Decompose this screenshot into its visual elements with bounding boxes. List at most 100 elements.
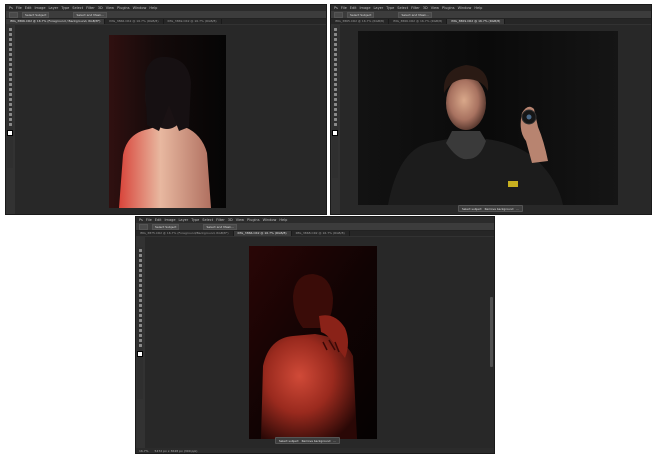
- blur-tool-icon[interactable]: [333, 88, 337, 91]
- tab-document-3[interactable]: IMG_3869.CR2 @ 16.7% (RGB/8): [447, 19, 506, 24]
- shape-tool-icon[interactable]: [8, 113, 12, 116]
- select-subject-button[interactable]: Select Subject: [347, 11, 375, 18]
- marquee-tool-icon[interactable]: [8, 33, 12, 36]
- tools-panel: [7, 26, 13, 168]
- tab-document-3[interactable]: IMG_3869.CR2 @ 16.7% (RGB/8): [164, 19, 222, 24]
- tab-document-2[interactable]: IMG_3866.CR2 @ 16.7% (RGB/8): [105, 19, 164, 24]
- path-select-icon[interactable]: [333, 108, 337, 111]
- dodge-tool-icon[interactable]: [8, 93, 12, 96]
- brush-tool-icon[interactable]: [8, 63, 12, 66]
- blur-tool-icon[interactable]: [8, 88, 12, 91]
- brush-tool-icon[interactable]: [333, 63, 337, 66]
- document-tabs: IMG_3866.CR2 @ 16.7% (Foreground / Backg…: [6, 19, 326, 24]
- healing-tool-icon[interactable]: [333, 58, 337, 61]
- options-bar: Select Subject Select and Mask...: [136, 223, 494, 231]
- lasso-tool-icon[interactable]: [8, 38, 12, 41]
- zoom-level[interactable]: 16.7%: [139, 449, 149, 453]
- history-brush-icon[interactable]: [8, 73, 12, 76]
- type-tool-icon[interactable]: [8, 103, 12, 106]
- select-and-mask-button[interactable]: Select and Mask...: [398, 11, 432, 18]
- eyedropper-tool-icon[interactable]: [333, 53, 337, 56]
- tools-panel: [332, 26, 338, 178]
- pen-tool-icon[interactable]: [8, 98, 12, 101]
- gradient-tool-icon[interactable]: [8, 83, 12, 86]
- hand-tool-icon[interactable]: [138, 339, 142, 342]
- woman-back-image: [109, 35, 226, 208]
- hand-tool-icon[interactable]: [8, 118, 12, 121]
- lasso-tool-icon[interactable]: [138, 259, 142, 262]
- photo-woman-back: [109, 35, 226, 208]
- tab-document-1[interactable]: IMG_3865.CR2 @ 16.7% (RGB/8): [331, 19, 390, 24]
- remove-background-button[interactable]: Remove background: [302, 439, 331, 443]
- pen-tool-icon[interactable]: [333, 98, 337, 101]
- gradient-tool-icon[interactable]: [333, 83, 337, 86]
- more-options-icon[interactable]: ⋯: [516, 207, 519, 211]
- document-info: 5472 px x 3648 px (300 ppi): [154, 448, 198, 453]
- type-tool-icon[interactable]: [138, 324, 142, 327]
- select-and-mask-button[interactable]: Select and Mask...: [73, 11, 107, 18]
- photoshop-window-2: Ps File Edit Image Layer Type Select Fil…: [330, 4, 652, 215]
- quick-select-tool-icon[interactable]: [8, 43, 12, 46]
- tab-document-1[interactable]: IMG_3875.CR2 @ 16.7% (Foreground/Backgro…: [136, 231, 234, 236]
- lasso-tool-icon[interactable]: [333, 38, 337, 41]
- shape-tool-icon[interactable]: [138, 334, 142, 337]
- path-select-icon[interactable]: [8, 108, 12, 111]
- dodge-tool-icon[interactable]: [138, 314, 142, 317]
- color-swatches[interactable]: [137, 351, 143, 357]
- eyedropper-tool-icon[interactable]: [8, 53, 12, 56]
- crop-tool-icon[interactable]: [333, 48, 337, 51]
- contextual-task-bar: Select subject Remove background ⋯: [275, 437, 341, 444]
- tab-document-1[interactable]: IMG_3866.CR2 @ 16.7% (Foreground / Backg…: [6, 19, 106, 24]
- home-icon[interactable]: [9, 11, 18, 18]
- home-icon[interactable]: [139, 223, 148, 230]
- pen-tool-icon[interactable]: [138, 319, 142, 322]
- stamp-tool-icon[interactable]: [333, 68, 337, 71]
- dodge-tool-icon[interactable]: [333, 93, 337, 96]
- select-and-mask-button[interactable]: Select and Mask...: [203, 223, 237, 230]
- quick-select-tool-icon[interactable]: [333, 43, 337, 46]
- hand-tool-icon[interactable]: [333, 118, 337, 121]
- tab-document-3[interactable]: IMG_3868.CR2 @ 16.7% (RGB/8): [292, 231, 350, 236]
- eraser-tool-icon[interactable]: [138, 299, 142, 302]
- zoom-tool-icon[interactable]: [138, 344, 142, 347]
- zoom-tool-icon[interactable]: [333, 123, 337, 126]
- canvas-area: Select subject Remove background ⋯: [145, 237, 494, 448]
- zoom-tool-icon[interactable]: [8, 123, 12, 126]
- color-swatches[interactable]: [7, 130, 13, 136]
- select-subject-button[interactable]: Select subject: [462, 207, 482, 211]
- path-select-icon[interactable]: [138, 329, 142, 332]
- marquee-tool-icon[interactable]: [138, 254, 142, 257]
- move-tool-icon[interactable]: [8, 28, 12, 31]
- eraser-tool-icon[interactable]: [8, 78, 12, 81]
- move-tool-icon[interactable]: [333, 28, 337, 31]
- eraser-tool-icon[interactable]: [333, 78, 337, 81]
- tab-document-2[interactable]: IMG_3866.CR2 @ 16.7% (RGB/8): [389, 19, 448, 24]
- stamp-tool-icon[interactable]: [138, 289, 142, 292]
- vertical-scrollbar[interactable]: [490, 297, 493, 367]
- marquee-tool-icon[interactable]: [333, 33, 337, 36]
- healing-tool-icon[interactable]: [8, 58, 12, 61]
- eyedropper-tool-icon[interactable]: [138, 274, 142, 277]
- shape-tool-icon[interactable]: [333, 113, 337, 116]
- stamp-tool-icon[interactable]: [8, 68, 12, 71]
- history-brush-icon[interactable]: [138, 294, 142, 297]
- select-subject-button[interactable]: Select subject: [279, 439, 299, 443]
- home-icon[interactable]: [334, 11, 343, 18]
- history-brush-icon[interactable]: [333, 73, 337, 76]
- quick-select-tool-icon[interactable]: [138, 264, 142, 267]
- crop-tool-icon[interactable]: [8, 48, 12, 51]
- select-subject-button[interactable]: Select Subject: [152, 223, 180, 230]
- crop-tool-icon[interactable]: [138, 269, 142, 272]
- color-swatches[interactable]: [332, 130, 338, 136]
- more-options-icon[interactable]: ⋯: [333, 439, 336, 443]
- tab-document-2[interactable]: IMG_3866.CR2 @ 16.7% (RGB/8): [233, 231, 292, 236]
- brush-tool-icon[interactable]: [138, 284, 142, 287]
- move-tool-icon[interactable]: [138, 249, 142, 252]
- blur-tool-icon[interactable]: [138, 309, 142, 312]
- gradient-tool-icon[interactable]: [138, 304, 142, 307]
- remove-background-button[interactable]: Remove background: [485, 207, 514, 211]
- type-tool-icon[interactable]: [333, 103, 337, 106]
- photo-woman-red: [249, 246, 377, 439]
- healing-tool-icon[interactable]: [138, 279, 142, 282]
- select-subject-button[interactable]: Select Subject: [22, 11, 50, 18]
